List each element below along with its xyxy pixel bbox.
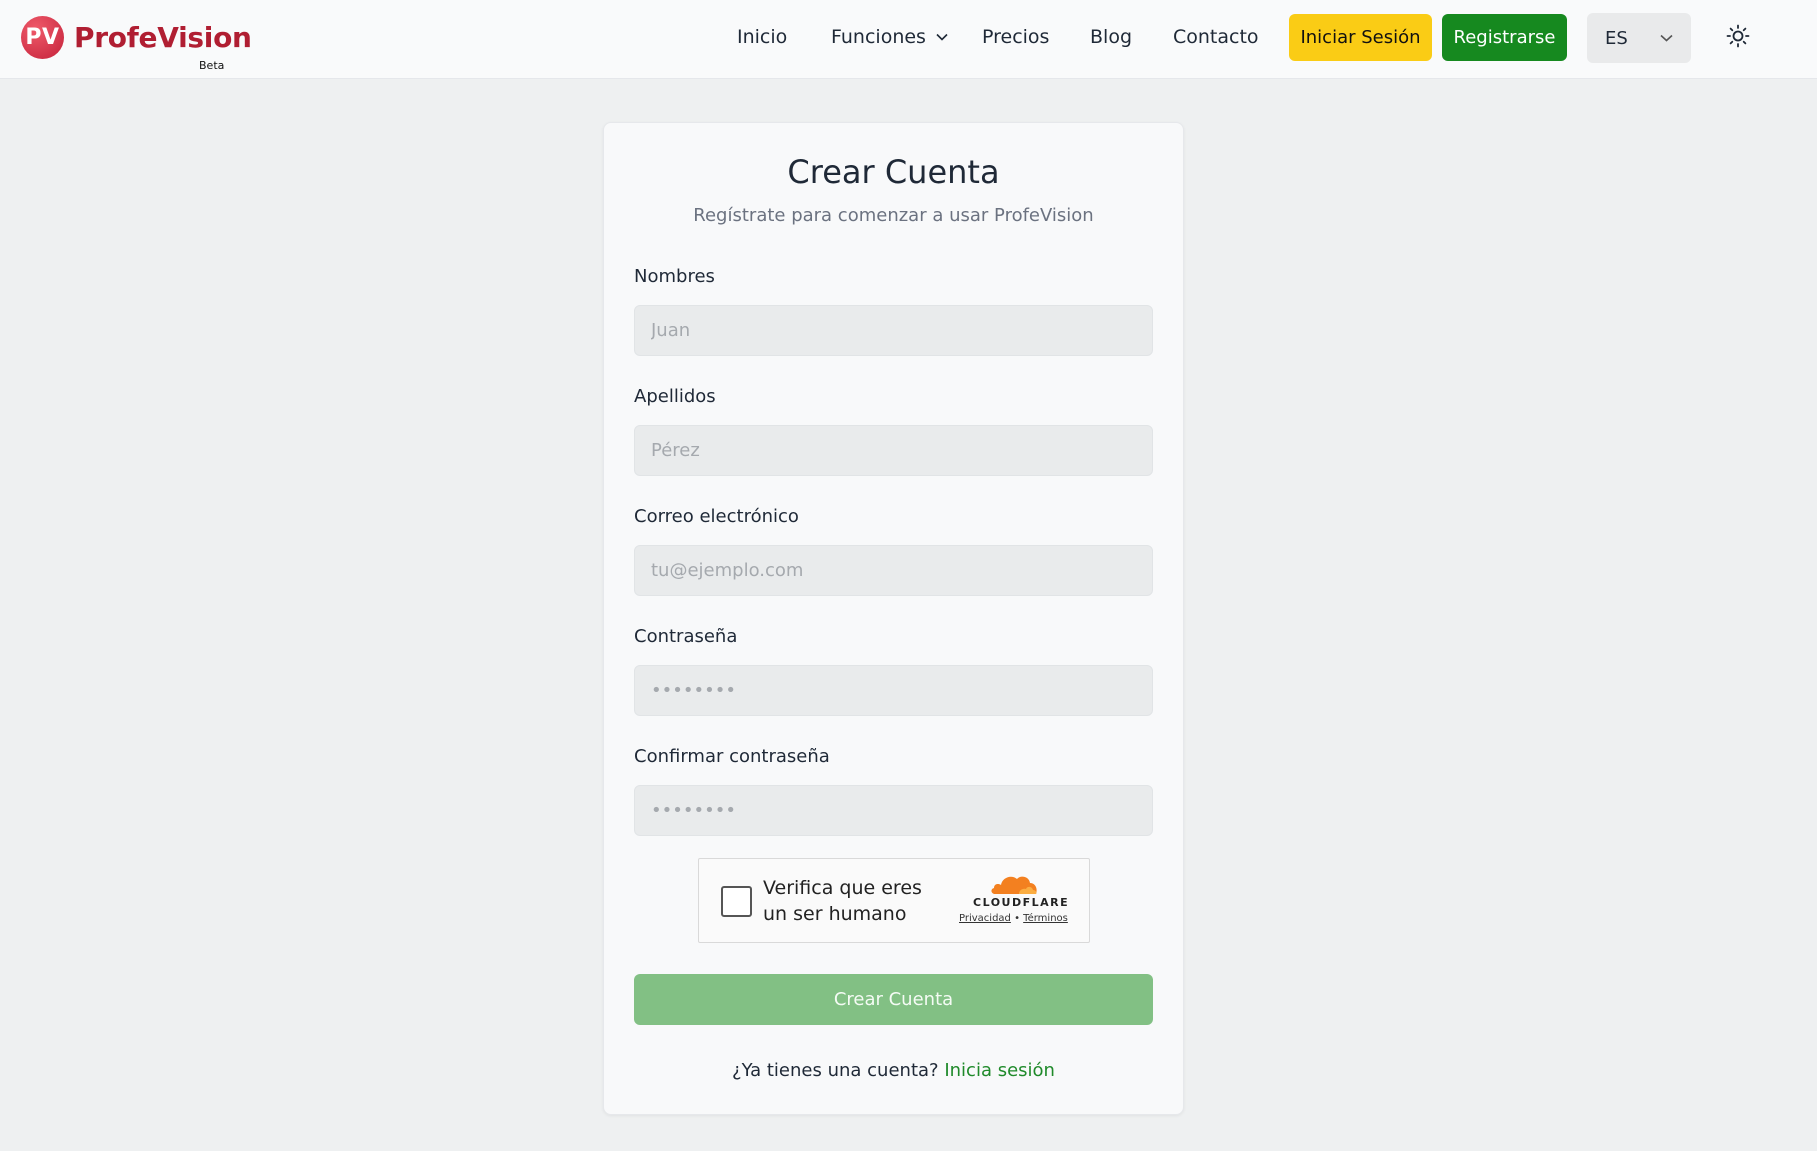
first-name-label: Nombres bbox=[634, 266, 715, 287]
top-navbar: PV ProfeVision Beta Inicio Funciones Pre… bbox=[0, 0, 1817, 79]
last-name-input[interactable] bbox=[634, 425, 1153, 476]
nav-dropdown-features[interactable]: Funciones bbox=[831, 26, 948, 48]
language-value: ES bbox=[1605, 27, 1628, 49]
captcha-privacy-link[interactable]: Privacidad bbox=[959, 913, 1011, 924]
page-title: Crear Cuenta bbox=[787, 153, 1000, 191]
nav-dropdown-features-label: Funciones bbox=[831, 26, 926, 48]
captcha-widget: Verifica que eres un ser humano CLOUDFLA… bbox=[698, 858, 1090, 943]
chevron-down-icon bbox=[936, 30, 948, 45]
password-label: Contraseña bbox=[634, 626, 738, 647]
nav-link-contact[interactable]: Contacto bbox=[1173, 26, 1259, 48]
page-subtitle: Regístrate para comenzar a usar ProfeVis… bbox=[693, 205, 1094, 226]
email-label: Correo electrónico bbox=[634, 506, 799, 527]
beta-badge: Beta bbox=[199, 59, 225, 72]
cloudflare-brand: CLOUDFLARE bbox=[973, 896, 1070, 909]
nav-link-blog[interactable]: Blog bbox=[1090, 26, 1132, 48]
logo-mark: PV bbox=[21, 16, 64, 59]
language-select[interactable]: ES bbox=[1587, 13, 1691, 63]
nav-link-pricing[interactable]: Precios bbox=[982, 26, 1049, 48]
captcha-link-separator: • bbox=[1014, 913, 1020, 924]
login-button[interactable]: Iniciar Sesión bbox=[1289, 14, 1432, 61]
captcha-links: Privacidad • Términos bbox=[959, 913, 1068, 924]
signin-prompt-row: ¿Ya tienes una cuenta? Inicia sesión bbox=[604, 1060, 1183, 1081]
email-input[interactable] bbox=[634, 545, 1153, 596]
signin-link[interactable]: Inicia sesión bbox=[944, 1060, 1055, 1081]
captcha-checkbox[interactable] bbox=[721, 886, 752, 917]
signin-prompt: ¿Ya tienes una cuenta? bbox=[732, 1060, 939, 1081]
last-name-label: Apellidos bbox=[634, 386, 716, 407]
confirm-password-label: Confirmar contraseña bbox=[634, 746, 830, 767]
signup-card: Crear Cuenta Regístrate para comenzar a … bbox=[603, 122, 1184, 1115]
register-button[interactable]: Registrarse bbox=[1442, 14, 1567, 61]
create-account-button[interactable]: Crear Cuenta bbox=[634, 974, 1153, 1025]
logo-name: ProfeVision bbox=[74, 21, 252, 54]
captcha-terms-link[interactable]: Términos bbox=[1023, 913, 1068, 924]
sun-icon bbox=[1726, 24, 1750, 52]
nav-link-home[interactable]: Inicio bbox=[737, 26, 787, 48]
password-input[interactable] bbox=[634, 665, 1153, 716]
logo[interactable]: PV ProfeVision bbox=[21, 16, 252, 59]
captcha-text: Verifica que eres un ser humano bbox=[763, 877, 922, 925]
confirm-password-input[interactable] bbox=[634, 785, 1153, 836]
chevron-down-icon bbox=[1660, 31, 1673, 46]
theme-toggle-button[interactable] bbox=[1723, 23, 1753, 53]
first-name-input[interactable] bbox=[634, 305, 1153, 356]
